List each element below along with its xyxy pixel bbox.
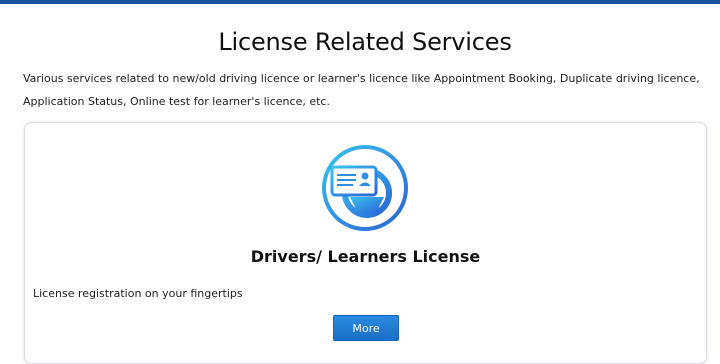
license-steering-wheel-icon [320,143,410,233]
top-accent-bar [0,0,720,4]
service-card-license: Drivers/ Learners License License regist… [24,122,707,364]
card-title: Drivers/ Learners License [250,247,481,266]
page-title: License Related Services [218,28,512,56]
card-description: License registration on your fingertips [33,287,243,300]
more-button[interactable]: More [333,315,399,341]
page-description: Various services related to new/old driv… [23,72,700,108]
